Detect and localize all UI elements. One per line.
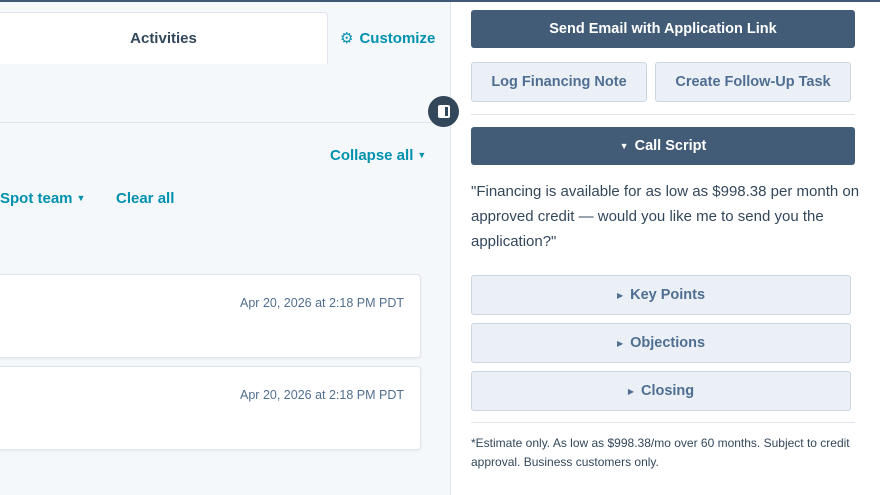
tab-bar: Activities ⚙ Customize [0, 12, 450, 64]
create-follow-up-task-button[interactable]: Create Follow-Up Task [655, 62, 851, 102]
closing-label: Closing [640, 383, 695, 399]
divider [471, 422, 855, 423]
log-financing-note-button[interactable]: Log Financing Note [471, 62, 647, 102]
log-note-label: Log Financing Note [491, 74, 627, 90]
sidebar-toggle-icon [437, 105, 450, 118]
activity-timeline-panel: Activities ⚙ Customize Collapse all ▼ Spo… [0, 2, 450, 495]
tab-activities-label: Activities [130, 30, 197, 47]
activity-card[interactable]: Apr 20, 2026 at 2:18 PM PDT [0, 274, 421, 358]
caret-down-icon: ▼ [76, 193, 86, 203]
collapse-all-button[interactable]: Collapse all ▼ [330, 147, 426, 164]
triangle-right-icon: ▶ [616, 290, 624, 300]
key-points-toggle[interactable]: ▶ Key Points [471, 275, 851, 315]
divider [0, 122, 450, 123]
activity-timestamp: Apr 20, 2026 at 2:18 PM PDT [240, 296, 404, 310]
gear-icon: ⚙ [340, 30, 354, 47]
triangle-right-icon: ▶ [627, 386, 634, 396]
closing-toggle[interactable]: ▶ Closing [471, 371, 851, 411]
activity-timestamp: Apr 20, 2026 at 2:18 PM PDT [240, 388, 404, 402]
disclaimer-text: *Estimate only. As low as $998.38/mo ove… [471, 436, 850, 469]
triangle-down-icon: ▼ [619, 141, 629, 151]
call-script-label: Call Script [634, 138, 707, 154]
call-script-toggle[interactable]: ▼ Call Script [471, 127, 855, 165]
follow-up-label: Create Follow-Up Task [675, 74, 831, 90]
objections-label: Objections [630, 335, 706, 351]
activity-card[interactable]: Apr 20, 2026 at 2:18 PM PDT [0, 366, 421, 450]
key-points-label: Key Points [630, 287, 706, 303]
clear-all-button[interactable]: Clear all [116, 190, 174, 207]
customize-button[interactable]: ⚙ Customize [340, 12, 435, 64]
call-script-text: "Financing is available for as low as $9… [471, 183, 860, 250]
tab-activities[interactable]: Activities [0, 12, 328, 64]
objections-toggle[interactable]: ▶ Objections [471, 323, 851, 363]
collapse-all-label: Collapse all [330, 147, 414, 164]
panel-toggle-button[interactable] [428, 96, 459, 127]
team-filter-label: Spot team [0, 190, 73, 207]
send-email-label: Send Email with Application Link [549, 21, 777, 37]
triangle-right-icon: ▶ [616, 338, 624, 348]
financing-sidebar: Send Email with Application Link Log Fin… [450, 2, 880, 495]
divider [471, 114, 855, 115]
team-filter-dropdown[interactable]: Spot team ▼ [0, 190, 85, 207]
send-email-button[interactable]: Send Email with Application Link [471, 10, 855, 48]
caret-down-icon: ▼ [417, 150, 427, 160]
customize-label: Customize [359, 29, 436, 47]
